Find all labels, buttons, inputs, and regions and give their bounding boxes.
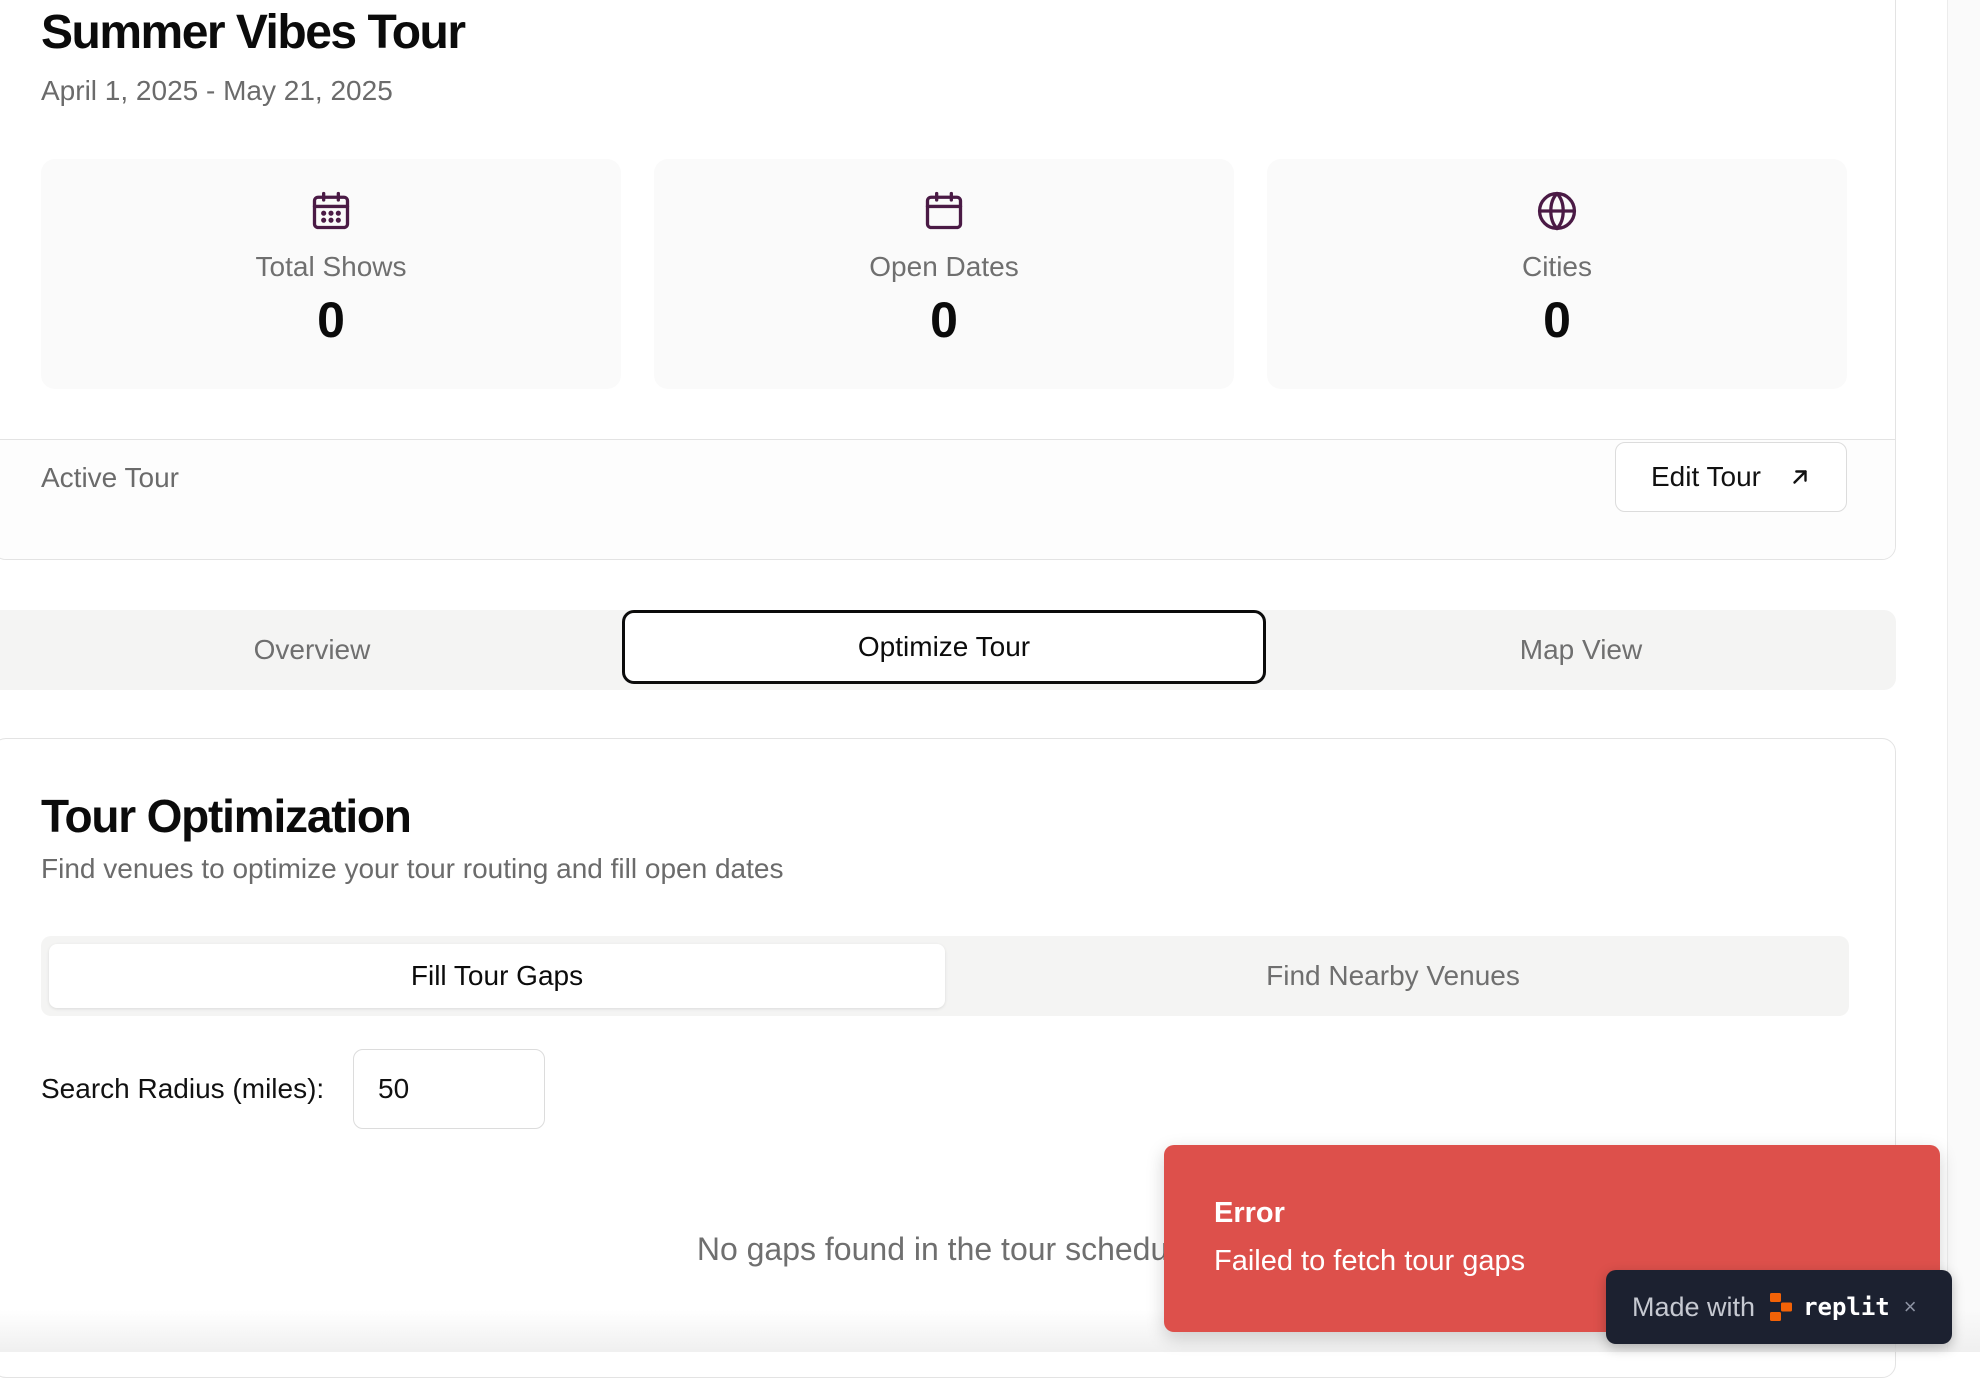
stat-value: 0 — [930, 292, 958, 348]
tour-card-footer: Active Tour Edit Tour — [0, 439, 1895, 559]
tab-overview[interactable]: Overview — [0, 610, 624, 690]
stat-cities: Cities 0 — [1267, 159, 1847, 389]
tab-label: Overview — [253, 634, 371, 665]
subtab-fill-tour-gaps[interactable]: Fill Tour Gaps — [49, 944, 945, 1008]
stat-label: Cities — [1521, 251, 1592, 282]
replit-wordmark: replit — [1803, 1293, 1890, 1321]
stat-value: 0 — [1543, 292, 1571, 348]
tour-dates: April 1, 2025 - May 21, 2025 — [41, 75, 393, 106]
section-subtitle: Find venues to optimize your tour routin… — [41, 853, 784, 884]
tour-title: Summer Vibes Tour — [41, 6, 466, 59]
toast-description: Failed to fetch tour gaps — [1214, 1245, 1526, 1277]
replit-logo-icon — [1770, 1293, 1793, 1321]
stat-label: Total Shows — [255, 251, 407, 282]
tab-label: Optimize Tour — [857, 631, 1031, 662]
tab-map-view[interactable]: Map View — [1266, 610, 1896, 690]
tour-summary-card: Summer Vibes Tour April 1, 2025 - May 21… — [0, 0, 1896, 560]
scrollbar-track[interactable] — [1947, 0, 1980, 1352]
made-with-replit-badge[interactable]: Made with replit × — [1606, 1270, 1952, 1344]
optimization-subtabs: Fill Tour Gaps Find Nearby Venues — [41, 936, 1849, 1016]
stat-open-dates: Open Dates 0 — [654, 159, 1234, 389]
globe-icon — [1537, 191, 1577, 231]
arrow-up-right-icon — [1793, 470, 1807, 484]
edit-tour-button[interactable]: Edit Tour — [1615, 442, 1847, 512]
search-radius-label: Search Radius (miles): — [41, 1073, 325, 1104]
stat-value: 0 — [317, 292, 345, 348]
stat-total-shows: Total Shows 0 — [41, 159, 621, 389]
calendar-icon — [925, 191, 963, 230]
tour-tabs: Overview Optimize Tour Map View — [0, 610, 1896, 690]
search-radius-input[interactable] — [353, 1049, 545, 1129]
stat-label: Open Dates — [869, 251, 1019, 282]
edit-tour-label: Edit Tour — [1651, 461, 1761, 492]
tab-label: Map View — [1519, 634, 1643, 665]
section-title: Tour Optimization — [41, 790, 412, 842]
subtab-label: Find Nearby Venues — [1266, 960, 1520, 991]
tour-status: Active Tour — [41, 462, 179, 493]
subtab-label: Fill Tour Gaps — [410, 960, 584, 991]
toast-title: Error — [1214, 1197, 1285, 1229]
calendar-grid-icon — [312, 191, 350, 230]
tab-optimize-tour[interactable]: Optimize Tour — [622, 610, 1266, 684]
subtab-find-nearby-venues[interactable]: Find Nearby Venues — [945, 936, 1841, 1016]
badge-text: Made with — [1632, 1291, 1756, 1322]
close-icon[interactable]: × — [1904, 1294, 1917, 1320]
